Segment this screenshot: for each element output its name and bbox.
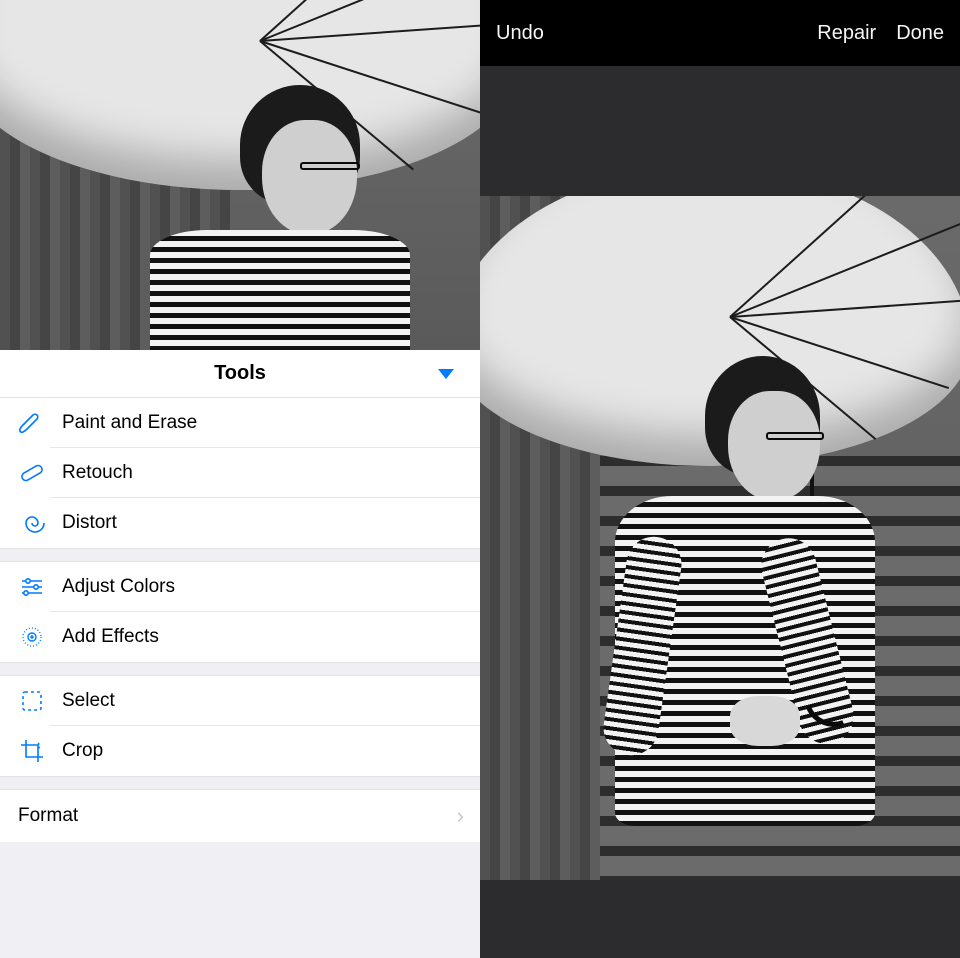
tool-adjust-colors[interactable]: Adjust Colors (0, 562, 480, 612)
group-separator (0, 548, 480, 562)
tool-add-effects[interactable]: Add Effects (0, 612, 480, 662)
tool-label: Crop (50, 726, 480, 776)
bandage-icon (14, 455, 50, 491)
sliders-icon (14, 569, 50, 605)
tool-retouch[interactable]: Retouch (0, 448, 480, 498)
tool-label: Paint and Erase (50, 398, 480, 448)
collapse-triangle-icon (436, 367, 456, 381)
edited-photo-preview (0, 0, 480, 350)
chevron-right-icon: › (457, 803, 464, 829)
tool-label: Add Effects (50, 612, 480, 662)
format-row[interactable]: Format › (0, 790, 480, 842)
tool-label: Distort (50, 498, 480, 548)
tool-label: Select (50, 676, 480, 726)
canvas-letterbox-top (480, 66, 960, 196)
brush-icon (14, 405, 50, 441)
tool-crop[interactable]: Crop (0, 726, 480, 776)
editor-nav-bar: Undo Repair Done (480, 0, 960, 66)
tool-group: Select Crop (0, 676, 480, 776)
tool-paint-and-erase[interactable]: Paint and Erase (0, 398, 480, 448)
panel-bottom-fill (0, 842, 480, 958)
right-phone-screen: Undo Repair Done (480, 0, 960, 958)
crop-icon (14, 733, 50, 769)
done-button[interactable]: Done (896, 22, 944, 45)
group-separator (0, 776, 480, 790)
photo-illustration (480, 196, 960, 880)
spiral-icon (14, 505, 50, 541)
canvas-letterbox-bottom (480, 880, 960, 958)
tools-panel-title: Tools (214, 362, 266, 385)
tool-distort[interactable]: Distort (0, 498, 480, 548)
group-separator (0, 662, 480, 676)
sparkle-icon (14, 619, 50, 655)
tool-select[interactable]: Select (0, 676, 480, 726)
format-label: Format (18, 805, 78, 827)
repair-button[interactable]: Repair (817, 22, 876, 45)
marquee-icon (14, 683, 50, 719)
left-phone-screen: Tools Paint and Erase Retouch (0, 0, 480, 958)
tool-label: Retouch (50, 448, 480, 498)
tools-panel: Tools Paint and Erase Retouch (0, 350, 480, 958)
editor-canvas-photo[interactable] (480, 196, 960, 880)
tool-group: Paint and Erase Retouch Distort (0, 398, 480, 548)
tool-group: Adjust Colors Add Effects (0, 562, 480, 662)
tools-panel-header[interactable]: Tools (0, 350, 480, 398)
tool-label: Adjust Colors (50, 562, 480, 612)
photo-illustration (0, 0, 480, 350)
undo-button[interactable]: Undo (496, 22, 544, 45)
